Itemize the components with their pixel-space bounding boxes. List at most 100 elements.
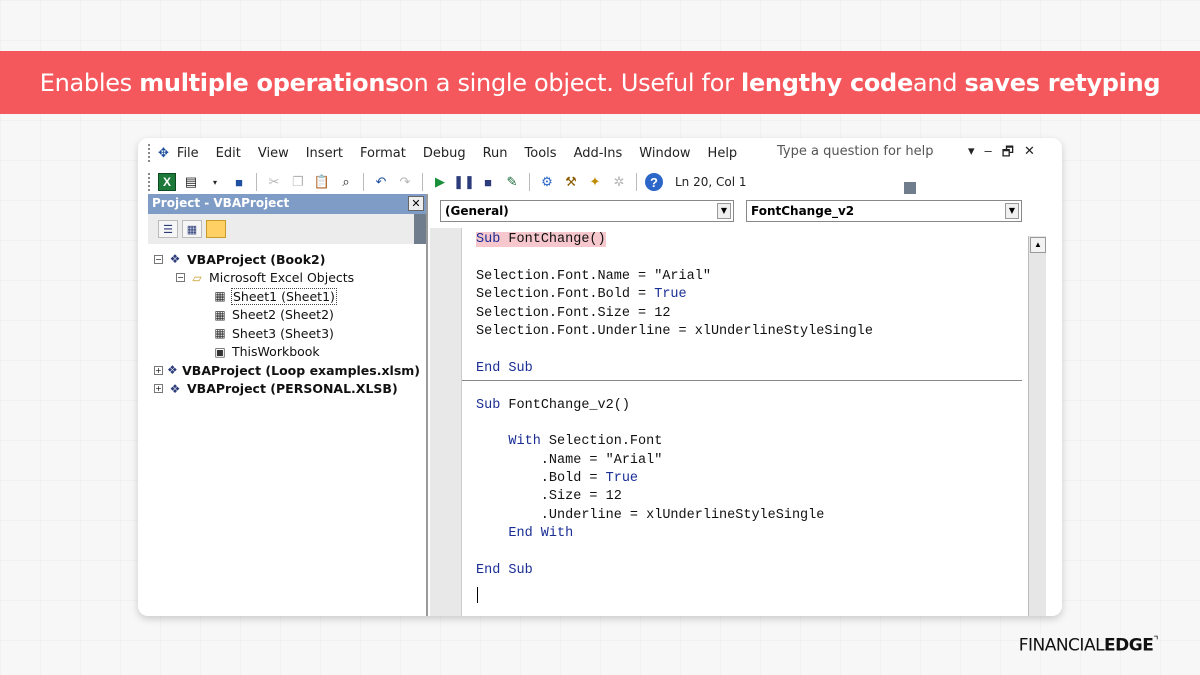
code-line[interactable] — [476, 342, 1036, 360]
tree-node-label: Sheet2 (Sheet2) — [232, 307, 334, 323]
scroll-up-icon[interactable]: ▲ — [1030, 237, 1046, 253]
minimize-icon[interactable]: – — [985, 143, 992, 165]
code-line[interactable]: End Sub — [476, 563, 1036, 581]
code-line[interactable]: Sub FontChange() — [476, 232, 1036, 250]
code-line[interactable]: .Bold = True — [476, 471, 1036, 489]
restore-icon[interactable]: 🗗 — [1002, 143, 1014, 165]
code-line[interactable]: End Sub — [476, 361, 1036, 379]
headline-banner: Enables multiple operations on a single … — [0, 51, 1200, 114]
properties-window-icon[interactable]: ⚒ — [562, 173, 580, 191]
code-text: Selection.Font.Bold = — [476, 287, 655, 303]
code-keyword: Sub — [476, 397, 501, 413]
code-line[interactable]: .Name = "Arial" — [476, 453, 1036, 471]
toolbar-separator — [256, 173, 257, 191]
tree-node[interactable]: ▦ Sheet2 (Sheet2) — [154, 306, 420, 325]
collapse-icon[interactable]: − — [176, 273, 185, 283]
cursor-position: Ln 20, Col 1 — [675, 175, 747, 189]
menu-help[interactable]: Help — [708, 146, 738, 161]
chevron-down-icon[interactable]: ▼ — [717, 203, 731, 219]
menu-file[interactable]: File — [177, 146, 199, 161]
break-icon[interactable]: ❚❚ — [453, 173, 475, 191]
tree-node[interactable]: ▦ Sheet3 (Sheet3) — [154, 324, 420, 343]
code-line[interactable]: Selection.Font.Bold = True — [476, 287, 1036, 305]
menu-add-ins[interactable]: Add-Ins — [574, 146, 623, 161]
code-line[interactable] — [476, 250, 1036, 268]
tree-node[interactable]: ▦ Sheet1 (Sheet1) — [154, 287, 420, 306]
toolbar-grip[interactable] — [148, 144, 154, 162]
headline-bold-3: saves retyping — [964, 68, 1161, 97]
object-browser-icon[interactable]: ✦ — [586, 173, 604, 191]
code-line-content: End Sub — [476, 563, 533, 578]
expand-icon[interactable]: + — [154, 365, 163, 375]
code-line[interactable]: End With — [476, 526, 1036, 544]
project-explorer-icon[interactable]: ⚙ — [538, 173, 556, 191]
close-icon[interactable]: ✕ — [1024, 143, 1035, 165]
procedure-dropdown[interactable]: FontChange_v2 ▼ — [746, 200, 1022, 222]
tree-node[interactable]: + ❖ VBAProject (PERSONAL.XLSB) — [154, 380, 420, 399]
design-mode-icon[interactable]: ✎ — [503, 173, 521, 191]
code-line[interactable] — [476, 379, 1036, 397]
view-code-icon[interactable]: ☰ — [158, 220, 178, 238]
code-text: Selection.Font.Size = 12 — [476, 305, 671, 321]
code-keyword: True — [654, 287, 687, 303]
help-dropdown-icon[interactable]: ▾ — [968, 143, 975, 165]
reset-icon[interactable]: ■ — [479, 173, 497, 191]
logo-corner-mark: ⌝ — [1153, 634, 1158, 647]
save-icon[interactable]: ■ — [230, 173, 248, 191]
toolbar-grip-2[interactable] — [148, 173, 152, 191]
code-line[interactable]: .Underline = xlUnderlineStyleSingle — [476, 508, 1036, 526]
margin-indicator-bar[interactable] — [430, 228, 462, 616]
code-line[interactable]: Selection.Font.Underline = xlUnderlineSt… — [476, 324, 1036, 342]
menu-format[interactable]: Format — [360, 146, 406, 161]
help-search-box[interactable]: Type a question for help — [771, 141, 981, 163]
view-object-icon[interactable]: ▦ — [182, 220, 202, 238]
close-panel-button[interactable]: ✕ — [408, 196, 424, 211]
copy-icon[interactable]: ❐ — [289, 173, 307, 191]
text-caret — [477, 587, 478, 603]
panel-scroll-handle[interactable] — [414, 214, 426, 244]
redo-icon[interactable]: ↷ — [396, 173, 414, 191]
code-line[interactable] — [476, 545, 1036, 563]
menu-window[interactable]: Window — [639, 146, 690, 161]
insert-dropdown-icon[interactable]: ▾ — [206, 173, 224, 191]
toggle-folders-icon[interactable] — [206, 220, 226, 238]
toolbox-icon[interactable]: ✲ — [610, 173, 628, 191]
menu-view[interactable]: View — [258, 146, 289, 161]
insert-module-icon[interactable]: ▤ — [182, 173, 200, 191]
menu-run[interactable]: Run — [483, 146, 508, 161]
code-line-content: .Underline = xlUnderlineStyleSingle — [476, 508, 825, 523]
vertical-scrollbar[interactable]: ▲ — [1028, 236, 1046, 616]
code-line[interactable]: Selection.Font.Name = "Arial" — [476, 269, 1036, 287]
code-line-content: .Size = 12 — [476, 489, 622, 504]
tree-node[interactable]: + ❖ VBAProject (Loop examples.xlsm) — [154, 361, 420, 380]
menu-debug[interactable]: Debug — [423, 146, 466, 161]
chevron-down-icon[interactable]: ▼ — [1005, 203, 1019, 219]
project-explorer-panel: Project - VBAProject ✕ ☰ ▦ − ❖ VBAProject … — [148, 194, 428, 616]
object-dropdown[interactable]: (General) ▼ — [440, 200, 734, 222]
code-line[interactable] — [476, 416, 1036, 434]
paste-icon[interactable]: 📋 — [313, 173, 331, 191]
code-editor[interactable]: Sub FontChange() Selection.Font.Name = "A… — [476, 232, 1036, 581]
run-icon[interactable]: ▶ — [431, 173, 449, 191]
code-line[interactable]: With Selection.Font — [476, 434, 1036, 452]
code-line[interactable]: Sub FontChange_v2() — [476, 398, 1036, 416]
code-keyword: End Sub — [476, 360, 533, 376]
tree-node[interactable]: ▣ ThisWorkbook — [154, 343, 420, 362]
procedure-dropdown-value: FontChange_v2 — [751, 204, 855, 218]
code-line[interactable]: .Size = 12 — [476, 489, 1036, 507]
undo-icon[interactable]: ↶ — [372, 173, 390, 191]
tree-node[interactable]: − ❖ VBAProject (Book2) — [154, 250, 420, 269]
help-icon[interactable]: ? — [645, 173, 663, 191]
menu-edit[interactable]: Edit — [216, 146, 241, 161]
code-line[interactable]: Selection.Font.Size = 12 — [476, 306, 1036, 324]
tree-node[interactable]: − ▱ Microsoft Excel Objects — [154, 269, 420, 288]
toolbar-separator — [529, 173, 530, 191]
menu-insert[interactable]: Insert — [306, 146, 343, 161]
project-explorer-title: Project - VBAProject ✕ — [148, 194, 426, 214]
expand-icon[interactable]: + — [154, 384, 163, 394]
cut-icon[interactable]: ✂ — [265, 173, 283, 191]
menu-tools[interactable]: Tools — [525, 146, 557, 161]
collapse-icon[interactable]: − — [154, 254, 163, 264]
find-icon[interactable]: ⌕ — [337, 173, 355, 191]
view-excel-icon[interactable]: X — [158, 173, 176, 191]
